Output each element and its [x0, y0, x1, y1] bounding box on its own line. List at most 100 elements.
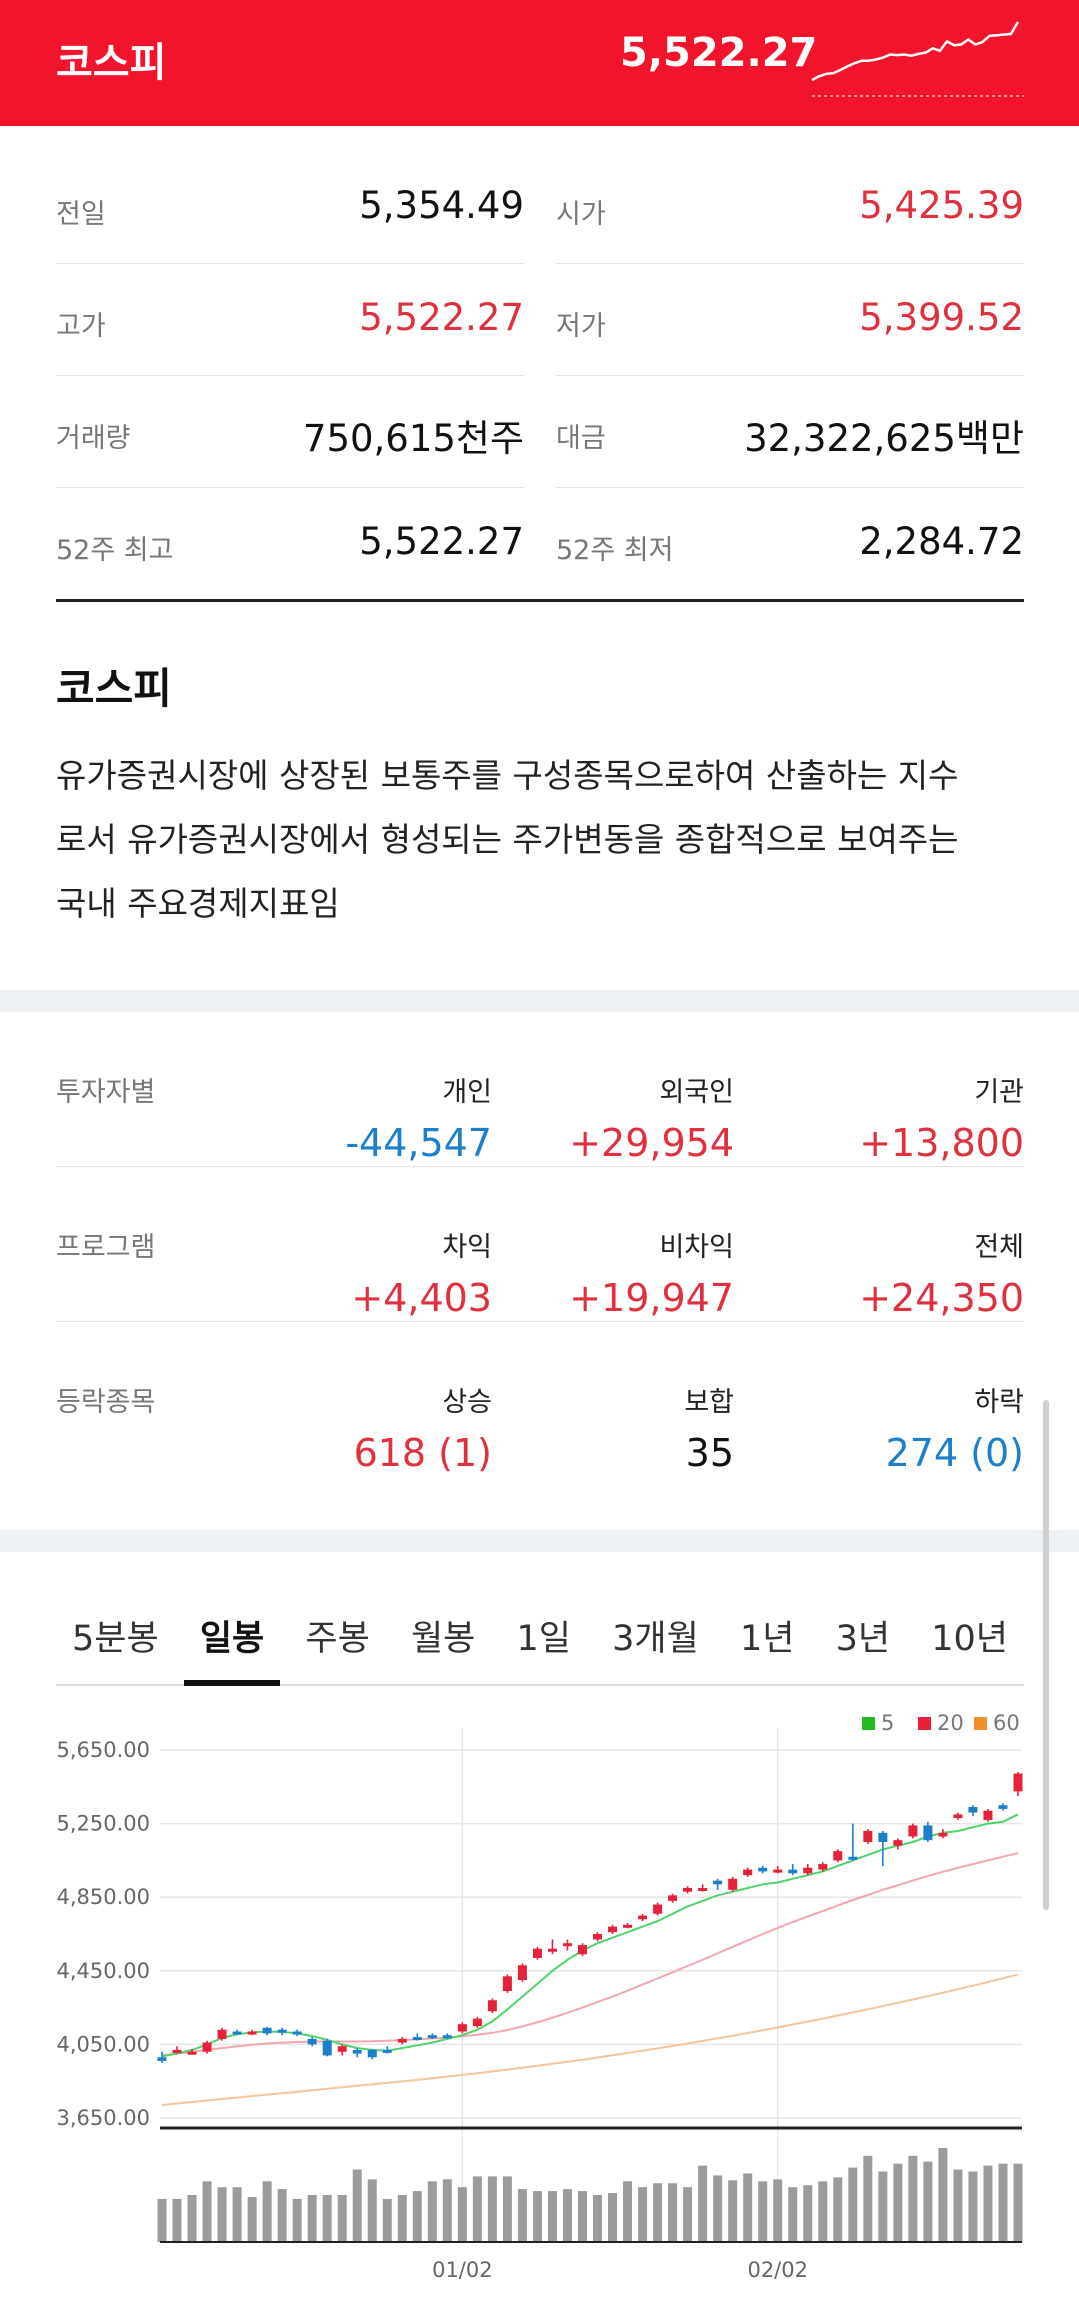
tab-10year[interactable]: 10년 [915, 1590, 1024, 1684]
volume-bar [487, 2176, 497, 2242]
volume-bar [157, 2198, 167, 2242]
y-tick-label: 4,050.00 [56, 2032, 150, 2056]
stat-label: 시가 [556, 199, 606, 230]
candle [322, 2040, 332, 2056]
candle [938, 1832, 948, 1837]
description-line: 국내 주요경제지표임 [56, 884, 340, 923]
stat-label: 전일 [56, 199, 106, 230]
index-price: 5,522.27 [620, 30, 818, 76]
volume-bar [878, 2171, 888, 2242]
legend-label: 60 [993, 1711, 1020, 1735]
stat-open: 시가 5,425.39 [556, 152, 1024, 264]
candle [262, 2027, 272, 2034]
candle [337, 2046, 347, 2052]
tab-3month[interactable]: 3개월 [596, 1590, 715, 1684]
candle [923, 1825, 933, 1841]
volume-bar [638, 2187, 648, 2242]
x-tick-label: 01/02 [432, 2258, 493, 2282]
trading-flow: 투자자별 개인 -44,547 외국인 +29,954 기관 +13,800 프… [56, 1012, 1024, 1477]
y-tick-label: 5,250.00 [56, 1812, 150, 1836]
col-value: 618 (1) [353, 1431, 492, 1475]
volume-bar [953, 2169, 963, 2242]
volume-bar [758, 2181, 768, 2242]
candle [352, 2049, 362, 2054]
arbitrage-col: 차익 +4,403 [351, 1225, 492, 1320]
candle [367, 2049, 377, 2058]
volume-bar [773, 2179, 783, 2242]
tab-1year[interactable]: 1년 [724, 1590, 810, 1684]
price-stats: 전일 5,354.49 시가 5,425.39 고가 5,522.27 저가 5… [56, 152, 1024, 602]
volume-bar [397, 2195, 407, 2242]
volume-bar [623, 2181, 633, 2242]
candle [998, 1805, 1008, 1809]
tab-5min[interactable]: 5분봉 [56, 1590, 175, 1684]
volume-bar [232, 2187, 242, 2242]
stat-value: 5,522.27 [359, 520, 524, 563]
candle [698, 1888, 708, 1891]
candle [653, 1904, 663, 1914]
col-head: 비차익 [659, 1232, 734, 1263]
candle [743, 1869, 753, 1876]
candle [608, 1926, 618, 1933]
non-arbitrage-col: 비차익 +19,947 [569, 1225, 734, 1320]
candlestick-chart[interactable]: 5 20 60 5,650.00 5,250.00 4,850.00 4,450.00 4,0… [0, 1700, 1079, 2314]
candle [788, 1869, 798, 1874]
candle [487, 2000, 497, 2012]
ma20-line [161, 1852, 1019, 2057]
investor-row: 투자자별 개인 -44,547 외국인 +29,954 기관 +13,800 [56, 1012, 1024, 1167]
volume-bar [833, 2177, 843, 2242]
volume-bar [472, 2176, 482, 2242]
candle [683, 1888, 693, 1892]
col-value: 274 (0) [885, 1431, 1024, 1475]
stat-label: 대금 [556, 423, 606, 454]
stat-label: 저가 [556, 311, 606, 342]
col-value: 35 [685, 1431, 734, 1475]
candle [157, 2057, 167, 2061]
volume-bar [938, 2148, 948, 2242]
candle [382, 2049, 392, 2053]
candle [833, 1851, 843, 1861]
candle [427, 2035, 437, 2039]
candle [217, 2029, 227, 2039]
volume-bar [412, 2191, 422, 2242]
tab-3year[interactable]: 3년 [820, 1590, 906, 1684]
tab-1day[interactable]: 1일 [501, 1590, 587, 1684]
volume-bar [307, 2195, 317, 2242]
y-tick-label: 3,650.00 [56, 2106, 150, 2130]
candle [713, 1880, 723, 1885]
candle [908, 1825, 918, 1837]
index-title: 코스피 [56, 40, 167, 86]
period-tabs: 5분봉 일봉 주봉 월봉 1일 3개월 1년 3년 10년 [56, 1590, 1024, 1686]
candle [773, 1869, 783, 1873]
candle [623, 1924, 633, 1928]
scrollbar[interactable] [1043, 1400, 1049, 1910]
volume-bar [502, 2176, 512, 2242]
tab-monthly[interactable]: 월봉 [395, 1590, 491, 1684]
volume-bar [322, 2195, 332, 2242]
legend-swatch [974, 1717, 987, 1730]
sparkline-line [811, 21, 1020, 82]
volume-bar [517, 2189, 527, 2242]
candle [172, 2049, 182, 2053]
ma5-line [161, 1813, 1019, 2058]
description-line: 유가증권시장에 상장된 보통주를 구성종목으로하여 산출하는 지수 [56, 756, 959, 795]
volume-bar [352, 2169, 362, 2242]
candle [532, 1948, 542, 1958]
candle [292, 2031, 302, 2035]
stat-label: 고가 [56, 311, 106, 342]
decliners-col: 하락 274 (0) [886, 1380, 1024, 1475]
stat-label: 52주 최저 [556, 535, 674, 566]
candle [893, 1840, 903, 1846]
stat-low: 저가 5,399.52 [556, 264, 1024, 376]
x-tick-label: 02/02 [747, 2258, 808, 2282]
volume-bar [577, 2191, 587, 2242]
tab-weekly[interactable]: 주봉 [289, 1590, 385, 1684]
candle [187, 2051, 197, 2055]
col-head: 보합 [684, 1387, 734, 1418]
candle [202, 2042, 212, 2052]
stat-volume: 거래량 750,615천주 [56, 376, 524, 488]
tab-daily[interactable]: 일봉 [183, 1590, 281, 1686]
candle [638, 1915, 648, 1920]
candle [397, 2038, 407, 2043]
index-description: 코스피 유가증권시장에 상장된 보통주를 구성종목으로하여 산출하는 지수 로서… [56, 655, 1036, 936]
